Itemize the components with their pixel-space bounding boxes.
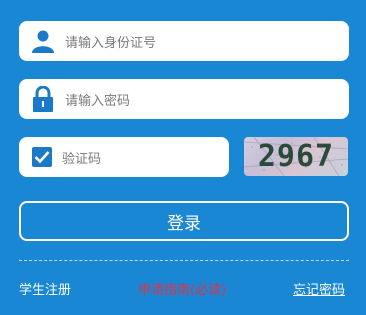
student-register-link[interactable]: 学生注册 xyxy=(19,279,71,298)
captcha-text: 2967 xyxy=(257,139,335,174)
checkbox-checked-icon[interactable] xyxy=(32,147,52,167)
password-placeholder: 请输入密码 xyxy=(65,93,131,109)
user-icon xyxy=(31,29,55,53)
application-guide-link[interactable]: 申请指南(必读) xyxy=(138,279,226,298)
divider xyxy=(19,260,349,261)
captcha-field[interactable]: 验证码 xyxy=(19,137,229,177)
captcha-placeholder: 验证码 xyxy=(62,151,102,167)
captcha-image[interactable]: 2967 xyxy=(244,137,348,176)
login-button[interactable]: 登录 xyxy=(19,201,349,241)
id-number-placeholder: 请输入身份证号 xyxy=(65,35,157,51)
id-number-field[interactable]: 请输入身份证号 xyxy=(19,21,349,61)
password-field[interactable]: 请输入密码 xyxy=(19,79,349,119)
forgot-password-link[interactable]: 忘记密码 xyxy=(293,279,345,298)
lock-icon xyxy=(31,86,55,112)
